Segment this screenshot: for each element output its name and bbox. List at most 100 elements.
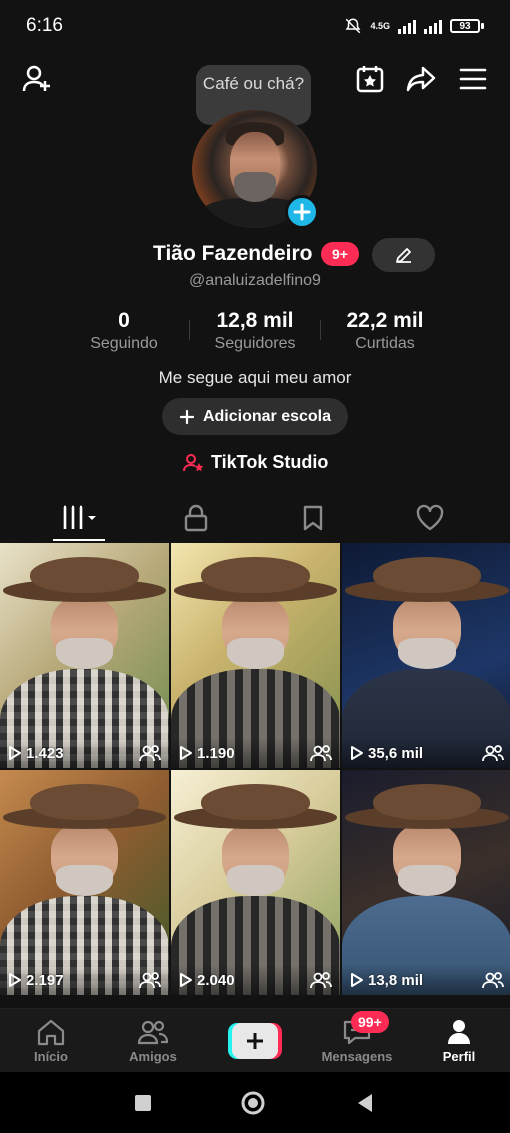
stat-followers[interactable]: 12,8 mil Seguidores bbox=[200, 308, 310, 354]
hamburger-menu-icon bbox=[459, 68, 487, 90]
stat-likes[interactable]: 22,2 mil Curtidas bbox=[330, 308, 440, 354]
add-friend-button[interactable] bbox=[20, 62, 54, 96]
tiktok-studio-label: TikTok Studio bbox=[211, 452, 329, 472]
tab-favorites[interactable] bbox=[283, 495, 343, 541]
video-views-count: 1.423 bbox=[26, 744, 64, 762]
thumbnail-hat bbox=[372, 783, 482, 820]
lock-icon bbox=[184, 504, 208, 532]
friends-visibility-icon bbox=[139, 745, 161, 762]
system-nav-bar bbox=[0, 1072, 510, 1133]
nav-friends[interactable]: Amigos bbox=[108, 1009, 198, 1073]
bell-muted-icon bbox=[346, 18, 361, 34]
video-meta: 13,8 mil bbox=[342, 965, 510, 995]
active-tab-indicator bbox=[53, 539, 105, 541]
bottom-nav: Início Amigos Mensagens 99+ Perfil bbox=[0, 1008, 510, 1072]
add-story-button[interactable] bbox=[285, 195, 319, 229]
video-views: 35,6 mil bbox=[350, 745, 423, 762]
video-thumbnail[interactable]: 13,8 mil bbox=[342, 770, 510, 995]
battery-level: 93 bbox=[450, 19, 480, 33]
video-meta: 35,6 mil bbox=[342, 738, 510, 768]
add-school-button[interactable]: Adicionar escola bbox=[162, 398, 348, 435]
plus-icon bbox=[179, 409, 195, 424]
messages-badge: 99+ bbox=[351, 1011, 389, 1033]
signal-icon bbox=[398, 18, 416, 34]
bookmark-icon bbox=[303, 505, 323, 531]
nav-friends-label: Amigos bbox=[129, 1049, 177, 1064]
friends-visibility-icon bbox=[482, 972, 504, 989]
thumbnail-hat bbox=[30, 783, 139, 820]
friends-visibility-icon bbox=[310, 745, 332, 762]
battery-icon: 93 bbox=[450, 19, 484, 33]
thumbnail-hat bbox=[372, 556, 482, 593]
thumbnail-figure-beard bbox=[55, 637, 114, 669]
friends-icon bbox=[137, 1020, 169, 1045]
profile-bio: Me segue aqui meu amor bbox=[158, 368, 352, 387]
tab-liked[interactable] bbox=[400, 495, 460, 541]
heart-icon bbox=[416, 504, 444, 531]
edit-profile-button[interactable] bbox=[372, 238, 435, 272]
stat-label: Seguindo bbox=[90, 335, 158, 352]
play-icon bbox=[9, 746, 21, 760]
back-button[interactable] bbox=[352, 1090, 378, 1116]
network-label: 4.5G bbox=[370, 20, 390, 31]
video-meta: 2.197 bbox=[0, 965, 169, 995]
video-views: 1.190 bbox=[179, 745, 235, 762]
play-icon bbox=[351, 973, 363, 987]
stat-value: 0 bbox=[118, 309, 130, 332]
play-icon bbox=[9, 973, 21, 987]
video-thumbnail[interactable]: 1.423 bbox=[0, 543, 169, 768]
video-thumbnail[interactable]: 2.197 bbox=[0, 770, 169, 995]
play-icon bbox=[180, 746, 192, 760]
video-views: 13,8 mil bbox=[350, 972, 423, 989]
pencil-icon bbox=[395, 248, 411, 263]
friends-visibility-icon bbox=[310, 972, 332, 989]
menu-button[interactable] bbox=[456, 62, 490, 96]
video-views-count: 35,6 mil bbox=[368, 744, 424, 762]
videos-grid-icon bbox=[63, 505, 96, 529]
stat-label: Seguidores bbox=[214, 335, 296, 352]
stat-following[interactable]: 0 Seguindo bbox=[78, 308, 170, 354]
add-school-label: Adicionar escola bbox=[202, 407, 332, 425]
home-system-button[interactable] bbox=[240, 1090, 266, 1116]
nav-home-label: Início bbox=[34, 1049, 68, 1064]
video-views: 2.040 bbox=[179, 972, 235, 989]
stat-label: Curtidas bbox=[355, 335, 415, 352]
thumbnail-figure-beard bbox=[226, 864, 285, 896]
name-notification-badge: 9+ bbox=[321, 242, 359, 266]
plus-icon bbox=[247, 1033, 263, 1049]
nav-profile[interactable]: Perfil bbox=[414, 1009, 504, 1073]
recents-square-icon bbox=[135, 1095, 151, 1111]
video-meta: 1.423 bbox=[0, 738, 169, 768]
create-video-button[interactable] bbox=[228, 1023, 282, 1059]
recents-button[interactable] bbox=[130, 1090, 156, 1116]
video-thumbnail[interactable]: 2.040 bbox=[171, 770, 340, 995]
video-thumbnail[interactable]: 1.190 bbox=[171, 543, 340, 768]
status-icons: 4.5G 93 bbox=[344, 17, 484, 35]
share-button[interactable] bbox=[404, 62, 438, 96]
profile-icon bbox=[448, 1020, 470, 1044]
calendar-star-icon bbox=[356, 66, 384, 93]
signal-icon-2 bbox=[424, 18, 442, 34]
calendar-button[interactable] bbox=[353, 62, 387, 96]
play-icon bbox=[351, 746, 363, 760]
tab-private[interactable] bbox=[166, 495, 226, 541]
thumbnail-hat bbox=[30, 556, 139, 593]
plus-icon bbox=[293, 203, 311, 221]
nav-home[interactable]: Início bbox=[6, 1009, 96, 1073]
stat-value: 22,2 mil bbox=[346, 309, 424, 332]
video-views: 2.197 bbox=[8, 972, 64, 989]
video-views-count: 1.190 bbox=[197, 744, 235, 762]
tiktok-studio-link[interactable]: TikTok Studio bbox=[183, 452, 328, 473]
video-meta: 1.190 bbox=[171, 738, 340, 768]
video-grid: 1.423 1.190 35,6 mil 2.197 2.040 13,8 mil bbox=[0, 543, 510, 1008]
profile-stats: 0 Seguindo 12,8 mil Seguidores 22,2 mil … bbox=[0, 308, 510, 356]
thumbnail-figure-beard bbox=[398, 637, 456, 669]
nav-profile-label: Perfil bbox=[442, 1049, 476, 1064]
video-thumbnail[interactable]: 35,6 mil bbox=[342, 543, 510, 768]
home-circle-icon bbox=[241, 1091, 265, 1115]
stat-value: 12,8 mil bbox=[216, 309, 294, 332]
thumbnail-hat bbox=[201, 783, 310, 820]
profile-handle: @analuizadelfino9 bbox=[189, 272, 321, 289]
tab-videos[interactable] bbox=[52, 495, 108, 541]
thumbnail-figure-beard bbox=[398, 864, 456, 896]
